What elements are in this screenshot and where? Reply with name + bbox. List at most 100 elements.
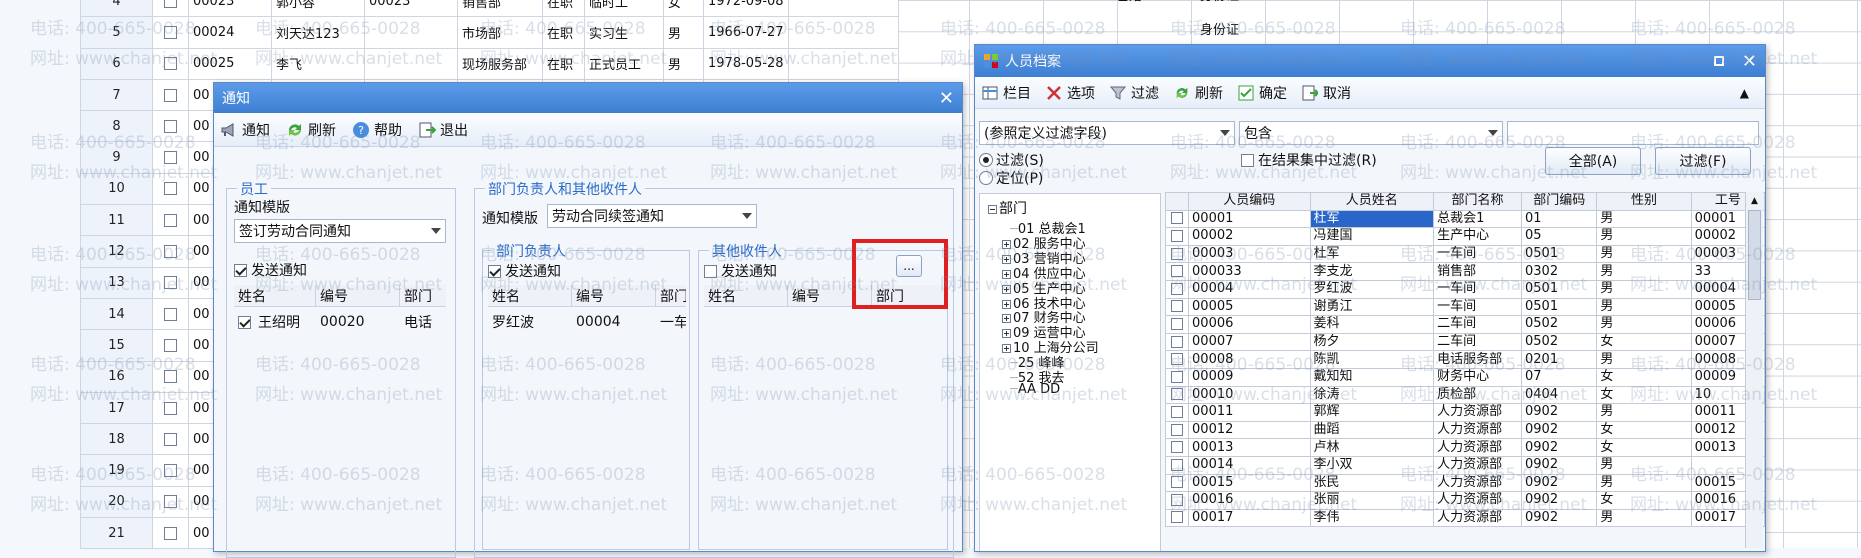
checkbox-icon[interactable] xyxy=(164,245,177,259)
all-button[interactable]: 全部(A) xyxy=(1545,147,1641,175)
grid-header-cell[interactable]: 人员姓名 xyxy=(1309,192,1435,211)
filter-field-select[interactable]: (参照定义过滤字段) xyxy=(979,121,1235,145)
dept-template-select[interactable]: 劳动合同续签通知 xyxy=(547,204,757,228)
checkbox-icon[interactable] xyxy=(1171,265,1184,278)
notify-button[interactable]: 通知 xyxy=(220,120,270,140)
checkbox-icon[interactable] xyxy=(164,88,177,102)
scroll-thumb[interactable] xyxy=(1748,210,1761,300)
grid-header-cell[interactable] xyxy=(1164,192,1190,211)
checkbox-icon[interactable] xyxy=(164,401,177,415)
employee-template-select[interactable]: 签订劳动合同通知 xyxy=(234,219,446,243)
checkbox-icon[interactable] xyxy=(1171,247,1184,260)
checkbox-icon[interactable] xyxy=(1171,300,1184,313)
checkbox-icon[interactable] xyxy=(1171,423,1184,436)
checkbox-icon[interactable] xyxy=(164,182,177,196)
checkbox-icon[interactable] xyxy=(164,119,177,133)
bg-row[interactable]: 4 00023 郭小容 00023 销售部 在职 临时工女 1972-09-08 xyxy=(80,0,899,18)
checkbox-icon[interactable] xyxy=(164,307,177,321)
row-checkbox-cell[interactable] xyxy=(1164,420,1190,440)
table-row[interactable]: 00011 郭辉 人力资源部 0902 男 00011 xyxy=(1164,403,1766,422)
row-checkbox-cell[interactable] xyxy=(1164,297,1190,317)
tree-root[interactable]: 部门 xyxy=(988,198,1027,218)
checkbox-icon[interactable] xyxy=(164,338,177,352)
checkbox-icon[interactable] xyxy=(1171,335,1184,348)
cancel-button[interactable]: 取消 xyxy=(1301,83,1351,103)
employee-row[interactable]: 王绍明 00020 电话 xyxy=(234,311,446,333)
checkbox-icon[interactable] xyxy=(1171,511,1184,524)
ok-button[interactable]: 确定 xyxy=(1237,83,1287,103)
table-row[interactable]: 00013 卢林 人力资源部 0902 女 00013 xyxy=(1164,438,1766,457)
grid-header-cell[interactable]: 人员编码 xyxy=(1188,192,1311,211)
employee-send-checkbox[interactable]: 发送通知 xyxy=(234,260,307,280)
checkbox-icon[interactable] xyxy=(164,464,177,478)
others-send-checkbox[interactable]: 发送通知 xyxy=(704,261,777,281)
bg-row[interactable]: 6 00025 李飞 现场服务部 在职 正式员工男 1978-05-28 xyxy=(80,47,899,80)
checkbox-icon[interactable] xyxy=(1171,212,1184,225)
checkbox-icon[interactable] xyxy=(164,276,177,290)
row-checkbox-cell[interactable] xyxy=(1164,385,1190,405)
checkbox-icon[interactable] xyxy=(164,151,177,165)
table-row[interactable]: 00010 徐涛 质检部 0404 女 10 xyxy=(1164,385,1766,405)
table-row[interactable]: 000033 李支龙 销售部 0302 男 33 xyxy=(1164,262,1766,281)
row-checkbox-cell[interactable] xyxy=(1164,262,1190,281)
row-checkbox-cell[interactable] xyxy=(1164,367,1190,387)
row-checkbox-cell[interactable] xyxy=(1164,227,1190,246)
checkbox-icon[interactable] xyxy=(1171,282,1184,295)
checkbox-icon[interactable] xyxy=(1171,441,1184,454)
checkbox-icon[interactable] xyxy=(1171,388,1184,401)
checkbox-icon[interactable] xyxy=(1171,317,1184,330)
table-row[interactable]: 00006 姜科 二车间 0502 男 00006 xyxy=(1164,315,1766,334)
table-row[interactable]: 00017 李伟 人力资源部 0902 男 00017 xyxy=(1164,508,1766,528)
manager-send-checkbox[interactable]: 发送通知 xyxy=(488,261,561,281)
table-row[interactable]: 00012 曲蹈 人力资源部 0902 女 00012 xyxy=(1164,420,1766,440)
filter-value-input[interactable] xyxy=(1507,121,1759,145)
maximize-icon[interactable] xyxy=(1713,56,1724,66)
table-row[interactable]: 00009 戴知知 财务中心 07 女 00009 xyxy=(1164,367,1766,387)
collapse-icon[interactable]: ▲ xyxy=(1740,86,1749,100)
radio-filter[interactable]: 过滤(S) xyxy=(979,150,1044,170)
columns-button[interactable]: 栏目 xyxy=(981,83,1031,103)
checkbox-icon[interactable] xyxy=(164,57,177,71)
radio-locate[interactable]: 定位(P) xyxy=(979,168,1043,188)
help-button[interactable]: ? 帮助 xyxy=(352,120,402,140)
row-checkbox-cell[interactable] xyxy=(1164,209,1190,229)
grid-header-cell[interactable]: 性别 xyxy=(1596,192,1692,211)
checkbox-icon[interactable] xyxy=(1171,405,1184,418)
checkbox-icon[interactable] xyxy=(164,370,177,384)
checkbox-icon[interactable] xyxy=(1171,493,1184,506)
row-checkbox-cell[interactable] xyxy=(1164,244,1190,264)
filter-operator-select[interactable]: 包含 xyxy=(1239,121,1503,145)
row-checkbox-cell[interactable] xyxy=(1164,438,1190,457)
checkbox-icon[interactable] xyxy=(164,495,177,509)
scroll-up-icon[interactable]: ▲ xyxy=(1746,192,1763,210)
grid-header-cell[interactable]: 部门编码 xyxy=(1521,192,1598,211)
row-checkbox-cell[interactable] xyxy=(1164,403,1190,422)
options-button[interactable]: 选项 xyxy=(1045,83,1095,103)
table-row[interactable]: 00003 杜军 一车间 0501 男 00003 xyxy=(1164,244,1766,264)
checkbox-icon[interactable] xyxy=(164,432,177,446)
checkbox-icon[interactable] xyxy=(1171,370,1184,383)
refresh-button[interactable]: 刷新 xyxy=(1173,83,1223,103)
close-icon[interactable]: ✕ xyxy=(939,88,954,109)
row-checkbox-cell[interactable] xyxy=(1164,279,1190,299)
table-row[interactable]: 00015 张民 人力资源部 0902 男 00015 xyxy=(1164,473,1766,493)
row-checkbox-cell[interactable] xyxy=(1164,350,1190,369)
grid-scrollbar[interactable]: ▲ xyxy=(1745,192,1763,548)
filter-button[interactable]: 过滤 xyxy=(1109,83,1159,103)
checkbox-icon[interactable] xyxy=(164,526,177,540)
table-row[interactable]: 00001 杜军 总裁会1 01 男 00001 xyxy=(1164,209,1766,229)
table-row[interactable]: 00008 陈凯 电话服务部 0201 男 00008 xyxy=(1164,350,1766,369)
row-checkbox-cell[interactable] xyxy=(1164,332,1190,352)
bg-row[interactable]: 5 00024 刘天达123 市场部 在职 实习生男 1966-07-27 xyxy=(80,16,899,49)
close-icon[interactable]: ✕ xyxy=(1742,51,1757,72)
checkbox-icon[interactable] xyxy=(164,0,177,8)
table-row[interactable]: 00004 罗红波 一车间 0501 男 00004 xyxy=(1164,279,1766,299)
row-checkbox-cell[interactable] xyxy=(1164,455,1190,475)
table-row[interactable]: 00005 谢勇江 一车间 0501 男 00005 xyxy=(1164,297,1766,317)
row-checkbox-cell[interactable] xyxy=(1164,508,1190,528)
checkbox-icon[interactable] xyxy=(1171,458,1184,471)
table-row[interactable]: 00016 张丽 人力资源部 0902 女 00016 xyxy=(1164,491,1766,510)
row-checkbox-cell[interactable] xyxy=(1164,473,1190,493)
table-row[interactable]: 00014 李小双 人力资源部 0902 男 xyxy=(1164,455,1766,475)
tree-item[interactable]: ┈AA DD xyxy=(1010,382,1060,397)
